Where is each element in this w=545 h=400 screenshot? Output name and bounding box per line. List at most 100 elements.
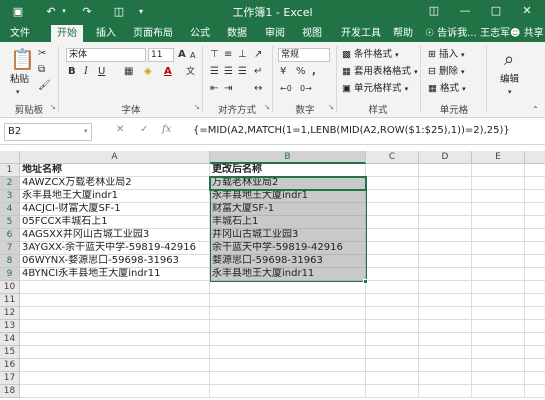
cell-d14[interactable] — [419, 333, 472, 346]
tab-page-layout[interactable]: 页面布局 — [128, 25, 178, 42]
cell-e4[interactable] — [472, 203, 525, 216]
cell-d6[interactable] — [419, 229, 472, 242]
row-header[interactable]: 14 — [0, 333, 20, 346]
cell-f7[interactable] — [525, 242, 545, 255]
cell-e2[interactable] — [472, 177, 525, 190]
select-all-button[interactable] — [0, 151, 20, 164]
font-color-icon[interactable]: A — [164, 66, 172, 78]
column-header-e[interactable]: E — [472, 151, 525, 164]
phonetic-icon[interactable]: 文 — [186, 66, 195, 78]
align-top-icon[interactable]: ⊤ — [210, 49, 219, 61]
name-box-dropdown-icon[interactable]: ▾ — [84, 127, 88, 135]
cell-e5[interactable] — [472, 216, 525, 229]
cell-a17[interactable] — [20, 372, 210, 385]
cell-d9[interactable] — [419, 268, 472, 281]
cell-b1[interactable]: 更改后名称 — [210, 164, 366, 177]
column-header-a[interactable]: A — [20, 151, 210, 164]
cell-a3[interactable]: 永丰县地王大厦indr1 — [20, 190, 210, 203]
cell-c6[interactable] — [366, 229, 419, 242]
cell-c3[interactable] — [366, 190, 419, 203]
cell-a15[interactable] — [20, 346, 210, 359]
cell-f2[interactable] — [525, 177, 545, 190]
cut-icon[interactable]: ✂ — [38, 48, 46, 60]
font-launcher-icon[interactable]: ↘ — [194, 103, 200, 111]
row-header[interactable]: 13 — [0, 320, 20, 333]
align-bottom-icon[interactable]: ⊥ — [238, 49, 247, 61]
cell-f5[interactable] — [525, 216, 545, 229]
cell-a4[interactable]: 4ACJCI-财富大厦SF-1 — [20, 203, 210, 216]
cell-c17[interactable] — [366, 372, 419, 385]
insert-function-icon[interactable]: fx — [162, 124, 171, 135]
cell-e15[interactable] — [472, 346, 525, 359]
cell-a6[interactable]: 4AGSXX井冈山古城工业园3 — [20, 229, 210, 242]
cell-f16[interactable] — [525, 359, 545, 372]
font-name-select[interactable]: 宋体 — [66, 48, 146, 62]
editing-button[interactable]: 编辑 — [500, 74, 519, 86]
increase-decimal-icon[interactable]: ←0 — [280, 83, 292, 95]
cell-d3[interactable] — [419, 190, 472, 203]
cell-c10[interactable] — [366, 281, 419, 294]
cell-b10[interactable] — [210, 281, 366, 294]
font-size-select[interactable]: 11 — [148, 48, 174, 62]
cell-d8[interactable] — [419, 255, 472, 268]
tab-data[interactable]: 数据 — [222, 25, 252, 42]
cell-d18[interactable] — [419, 385, 472, 398]
cell-a12[interactable] — [20, 307, 210, 320]
cell-b2[interactable]: 万载老林业局2 — [210, 177, 366, 190]
cell-d17[interactable] — [419, 372, 472, 385]
cell-b4[interactable]: 财富大厦SF-1 — [210, 203, 366, 216]
copy-icon[interactable]: ⧉ — [38, 64, 45, 76]
cell-e16[interactable] — [472, 359, 525, 372]
cell-c15[interactable] — [366, 346, 419, 359]
align-middle-icon[interactable]: ≡ — [224, 49, 232, 61]
row-header[interactable]: 11 — [0, 294, 20, 307]
cell-b3[interactable]: 永丰县地王大厦indr1 — [210, 190, 366, 203]
cell-b7[interactable]: 余干蓝天中学-59819-42916 — [210, 242, 366, 255]
cell-d10[interactable] — [419, 281, 472, 294]
orientation-icon[interactable]: ↗ — [254, 49, 262, 61]
cell-c11[interactable] — [366, 294, 419, 307]
row-header[interactable]: 8 — [0, 255, 20, 268]
cell-c8[interactable] — [366, 255, 419, 268]
cancel-entry-icon[interactable]: ✕ — [116, 124, 124, 135]
row-header[interactable]: 12 — [0, 307, 20, 320]
confirm-entry-icon[interactable]: ✓ — [140, 124, 148, 135]
underline-button[interactable]: U — [98, 66, 105, 78]
cell-c16[interactable] — [366, 359, 419, 372]
cell-e6[interactable] — [472, 229, 525, 242]
row-header[interactable]: 15 — [0, 346, 20, 359]
cell-d16[interactable] — [419, 359, 472, 372]
insert-cells-button[interactable]: ⊞ 插入 ▾ — [428, 49, 465, 61]
cell-a2[interactable]: 4AWZCX万载老林业局2 — [20, 177, 210, 190]
row-header[interactable]: 18 — [0, 385, 20, 398]
decrease-decimal-icon[interactable]: 0→ — [300, 83, 312, 95]
cell-f15[interactable] — [525, 346, 545, 359]
number-format-select[interactable]: 常规 — [278, 48, 330, 62]
name-box[interactable]: B2 — [4, 123, 92, 141]
alignment-launcher-icon[interactable]: ↘ — [264, 103, 270, 111]
cell-b5[interactable]: 丰城石上1 — [210, 216, 366, 229]
cell-c7[interactable] — [366, 242, 419, 255]
cell-e11[interactable] — [472, 294, 525, 307]
user-name[interactable]: 王志军 — [480, 25, 510, 42]
tab-file[interactable]: 文件 — [4, 25, 36, 42]
cell-f9[interactable] — [525, 268, 545, 281]
delete-cells-button[interactable]: ⊟ 删除 ▾ — [428, 66, 465, 78]
tab-help[interactable]: 帮助 — [388, 25, 418, 42]
cell-e7[interactable] — [472, 242, 525, 255]
cell-f1[interactable] — [525, 164, 545, 177]
cell-b11[interactable] — [210, 294, 366, 307]
cell-e17[interactable] — [472, 372, 525, 385]
increase-indent-icon[interactable]: ⇥ — [224, 83, 232, 95]
cell-c2[interactable] — [366, 177, 419, 190]
ribbon-display-icon[interactable]: ◫ — [425, 2, 443, 20]
tell-me-search[interactable]: ☉ 告诉我... — [425, 25, 477, 42]
cell-a16[interactable] — [20, 359, 210, 372]
cell-b16[interactable] — [210, 359, 366, 372]
currency-icon[interactable]: ¥ — [280, 66, 286, 78]
cell-c14[interactable] — [366, 333, 419, 346]
tab-review[interactable]: 审阅 — [260, 25, 290, 42]
cell-e10[interactable] — [472, 281, 525, 294]
cell-d5[interactable] — [419, 216, 472, 229]
cell-b6[interactable]: 井冈山古城工业园3 — [210, 229, 366, 242]
